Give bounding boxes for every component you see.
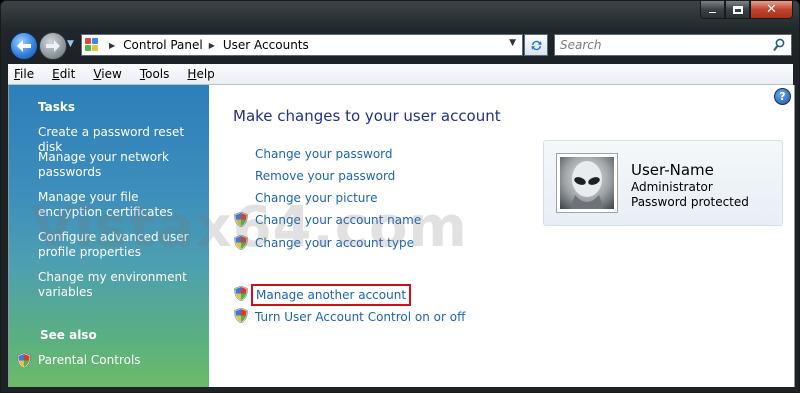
maximize-icon <box>732 5 743 14</box>
task-configure-advanced-profile[interactable]: Configure advanced user profile properti… <box>38 230 203 260</box>
content-area: Tasks Create a password reset disk Manag… <box>8 85 795 387</box>
close-button[interactable]: ✕ <box>750 1 793 19</box>
menu-edit-rest: dit <box>59 67 76 81</box>
tasks-heading: Tasks <box>38 100 76 114</box>
caption-buttons: ✕ <box>700 1 793 20</box>
menu-file[interactable]: File <box>12 67 36 81</box>
address-bar[interactable]: ▶ Control Panel ▶ User Accounts ▼ <box>81 34 523 56</box>
menu-help-rest: elp <box>196 67 215 81</box>
link-manage-another-account[interactable]: Manage another account <box>250 284 412 306</box>
uac-shield-icon <box>234 212 248 227</box>
link-change-picture[interactable]: Change your picture <box>255 191 377 205</box>
link-remove-password[interactable]: Remove your password <box>255 169 395 183</box>
forward-button[interactable] <box>39 32 67 60</box>
breadcrumb-separator-icon[interactable]: ▶ <box>209 41 215 50</box>
breadcrumb-separator-icon[interactable]: ▶ <box>109 41 115 50</box>
menu-edit-mnemonic: E <box>52 67 60 81</box>
avatar[interactable] <box>557 154 617 212</box>
help-icon[interactable]: ? <box>774 88 791 105</box>
alien-avatar-icon <box>570 161 604 209</box>
task-pane: Tasks Create a password reset disk Manag… <box>9 85 209 387</box>
highlight-box: Manage another account <box>250 284 412 306</box>
close-icon: ✕ <box>766 2 777 17</box>
maximize-button[interactable] <box>725 1 750 19</box>
main-panel: ? Make changes to your user account Chan… <box>209 85 794 387</box>
recent-pages-dropdown[interactable]: ▼ <box>67 39 74 49</box>
breadcrumb-user-accounts[interactable]: User Accounts <box>223 38 309 52</box>
menu-file-rest: ile <box>20 67 35 81</box>
uac-shield-icon <box>234 308 248 323</box>
user-account-card: User-Name Administrator Password protect… <box>543 140 783 226</box>
menu-help[interactable]: Help <box>185 67 216 81</box>
menu-edit[interactable]: Edit <box>50 67 77 81</box>
link-change-account-name[interactable]: Change your account name <box>255 213 421 227</box>
address-dropdown-icon[interactable]: ▼ <box>509 38 516 48</box>
menu-bar: File Edit View Tools Help <box>8 64 793 85</box>
task-manage-file-encryption-certificates[interactable]: Manage your file encryption certificates <box>38 190 203 220</box>
menu-tools-rest: ools <box>145 67 170 81</box>
user-name: User-Name <box>631 161 714 179</box>
menu-view[interactable]: View <box>91 67 123 81</box>
back-button[interactable] <box>10 32 38 60</box>
search-icon[interactable] <box>773 38 785 52</box>
minimize-button[interactable] <box>700 1 725 19</box>
password-status: Password protected <box>631 195 749 209</box>
search-box[interactable] <box>554 34 792 56</box>
link-parental-controls[interactable]: Parental Controls <box>38 353 203 368</box>
link-change-password[interactable]: Change your password <box>255 147 393 161</box>
uac-shield-icon <box>234 286 248 301</box>
breadcrumb-control-panel[interactable]: Control Panel <box>123 38 203 52</box>
control-panel-icon <box>85 37 103 53</box>
uac-shield-icon <box>234 235 248 250</box>
see-also-heading: See also <box>40 328 97 342</box>
breadcrumb: ▶ Control Panel ▶ User Accounts <box>103 38 309 52</box>
back-arrow-icon <box>17 40 31 52</box>
refresh-button[interactable] <box>524 34 548 56</box>
task-manage-network-passwords[interactable]: Manage your network passwords <box>38 150 203 180</box>
link-turn-uac-on-off[interactable]: Turn User Account Control on or off <box>255 310 465 324</box>
user-role: Administrator <box>631 180 713 194</box>
forward-arrow-icon <box>46 40 60 52</box>
minimize-icon <box>708 11 717 14</box>
explorer-window: ✕ ▼ ▶ Control Panel ▶ User Accounts ▼ Fi… <box>0 0 800 393</box>
page-title: Make changes to your user account <box>233 107 501 125</box>
menu-tools[interactable]: Tools <box>138 67 172 81</box>
link-change-account-type[interactable]: Change your account type <box>255 236 414 250</box>
parental-controls-icon <box>17 353 31 368</box>
task-change-environment-variables[interactable]: Change my environment variables <box>38 270 203 300</box>
search-input[interactable] <box>560 38 760 52</box>
refresh-icon <box>531 40 541 50</box>
menu-view-rest: iew <box>101 67 122 81</box>
